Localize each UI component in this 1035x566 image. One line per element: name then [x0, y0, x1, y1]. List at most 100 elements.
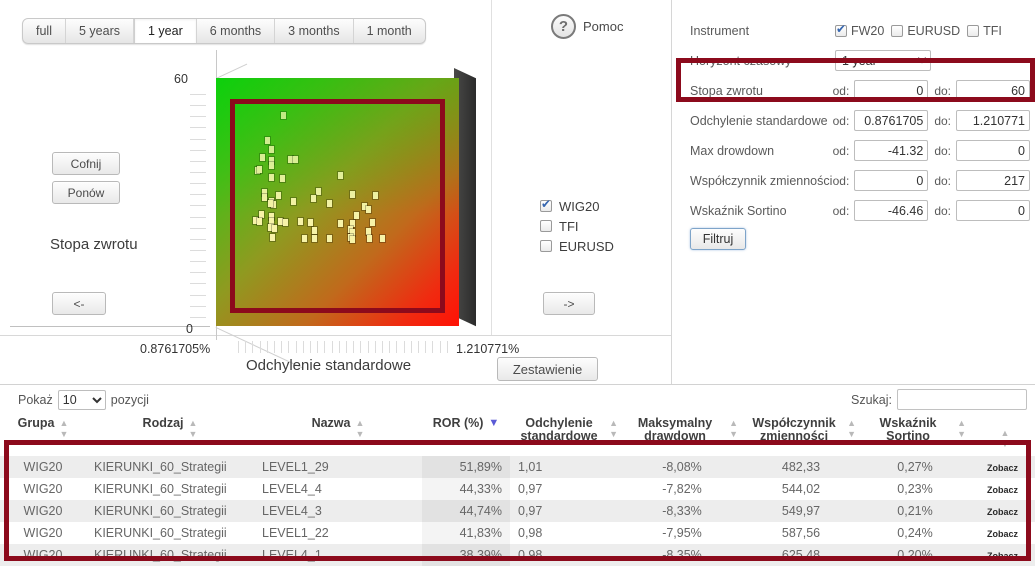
- instrument-checkbox-fw20[interactable]: FW20: [835, 22, 884, 38]
- scatter-point[interactable]: [354, 211, 360, 219]
- legend-item-eurusd[interactable]: EURUSD: [540, 236, 614, 256]
- scatter-point[interactable]: [277, 218, 283, 226]
- scatter-point[interactable]: [350, 235, 356, 243]
- sortino-from-input[interactable]: [854, 200, 929, 221]
- sort-icon[interactable]: ▲ ▼: [729, 418, 738, 440]
- legend-item-tfi[interactable]: TFI: [540, 216, 614, 236]
- checkbox-icon[interactable]: [540, 197, 552, 212]
- scatter-point[interactable]: [327, 200, 333, 208]
- scatter-plot[interactable]: [216, 68, 476, 327]
- scatter-point[interactable]: [269, 162, 275, 170]
- scatter-point[interactable]: [290, 198, 296, 206]
- sort-icon[interactable]: ▲ ▼: [59, 418, 68, 440]
- period-button-6-months[interactable]: 6 months: [197, 19, 276, 43]
- checkbox-icon[interactable]: [540, 240, 552, 252]
- pan-left-button[interactable]: <-: [52, 292, 106, 315]
- scatter-point[interactable]: [264, 136, 270, 144]
- scatter-point[interactable]: [270, 233, 276, 241]
- scatter-point[interactable]: [297, 217, 303, 225]
- scatter-point[interactable]: [301, 235, 307, 242]
- table-row[interactable]: WIG20 KIERUNKI_60_Strategii LEVEL1_22 41,83…: [0, 522, 1035, 544]
- checkbox-icon[interactable]: [835, 22, 847, 37]
- legend-item-wig20[interactable]: WIG20: [540, 196, 614, 216]
- sort-icon[interactable]: ▲ ▼: [957, 418, 966, 440]
- checkbox-icon[interactable]: [967, 24, 980, 37]
- column-header-actions[interactable]: ▲ ▼: [970, 415, 1035, 456]
- sort-icon[interactable]: ▲ ▼: [609, 418, 618, 440]
- scatter-point[interactable]: [372, 191, 378, 199]
- horizon-select[interactable]: 1 year: [835, 50, 931, 71]
- table-row[interactable]: WIG20 KIERUNKI_60_Strategii LEVEL1_29 51,89…: [0, 456, 1035, 478]
- scatter-point[interactable]: [338, 172, 344, 180]
- scatter-point[interactable]: [256, 166, 262, 174]
- redo-button[interactable]: Ponów: [52, 181, 120, 204]
- view-row-button[interactable]: Zobacz: [987, 463, 1018, 473]
- scatter-point[interactable]: [276, 192, 282, 200]
- instrument-checkbox-tfi[interactable]: TFI: [967, 24, 1002, 38]
- wspolczynnik-to-input[interactable]: [956, 170, 1030, 191]
- scatter-point[interactable]: [259, 153, 265, 161]
- scatter-point[interactable]: [311, 234, 317, 242]
- scatter-point[interactable]: [311, 226, 317, 234]
- period-button-3-months[interactable]: 3 months: [275, 19, 354, 43]
- stopa-zwrotu-from-input[interactable]: [854, 80, 929, 101]
- scatter-point[interactable]: [369, 218, 375, 226]
- scatter-point[interactable]: [338, 219, 344, 227]
- checkbox-icon[interactable]: [891, 24, 904, 37]
- view-row-button[interactable]: Zobacz: [987, 507, 1018, 517]
- sort-icon[interactable]: ▲ ▼: [847, 418, 856, 440]
- column-header-odchylenie[interactable]: Odchylenie standardowe ▲ ▼: [510, 415, 622, 456]
- column-header-grupa[interactable]: Grupa ▲ ▼: [0, 415, 86, 456]
- scatter-point[interactable]: [380, 235, 386, 242]
- sort-icon[interactable]: ▲ ▼: [1001, 428, 1010, 450]
- summary-button[interactable]: Zestawienie: [497, 357, 598, 381]
- scatter-point[interactable]: [283, 218, 289, 226]
- odchylenie-from-input[interactable]: [854, 110, 929, 131]
- undo-button[interactable]: Cofnij: [52, 152, 120, 175]
- column-header-maksymalny-drawdown[interactable]: Maksymalny drawdown ▲ ▼: [622, 415, 742, 456]
- view-row-button[interactable]: Zobacz: [987, 485, 1018, 495]
- column-header-wskaznik-sortino[interactable]: Wskaźnik Sortino ▲ ▼: [860, 415, 970, 456]
- column-header-nazwa[interactable]: Nazwa ▲ ▼: [254, 415, 422, 456]
- scatter-point[interactable]: [350, 191, 356, 199]
- column-header-wspolczynnik-zmiennosci[interactable]: Współczynnik zmienności ▲ ▼: [742, 415, 860, 456]
- period-selector[interactable]: full 5 years 1 year 6 months 3 months 1 …: [22, 18, 426, 44]
- rows-per-page-select[interactable]: 10: [57, 390, 106, 410]
- column-header-rodzaj[interactable]: Rodzaj ▲ ▼: [86, 415, 254, 456]
- period-button-full[interactable]: full: [23, 19, 66, 43]
- scatter-point[interactable]: [268, 145, 274, 153]
- scatter-point[interactable]: [287, 155, 293, 163]
- scatter-point[interactable]: [327, 235, 333, 242]
- max-drawdown-from-input[interactable]: [854, 140, 929, 161]
- column-header-ror[interactable]: ROR (%) ▼: [422, 415, 510, 456]
- table-row[interactable]: WIG20 KIERUNKI_60_Strategii LEVEL4_1 38,39%…: [0, 544, 1035, 566]
- period-button-1-year[interactable]: 1 year: [133, 19, 197, 43]
- view-row-button[interactable]: Zobacz: [987, 551, 1018, 561]
- checkbox-icon[interactable]: [540, 220, 552, 232]
- search-input[interactable]: [897, 389, 1027, 410]
- scatter-point[interactable]: [293, 155, 299, 163]
- sortino-to-input[interactable]: [956, 200, 1030, 221]
- filter-submit-button[interactable]: Filtruj: [690, 228, 746, 250]
- sort-icon[interactable]: ▲ ▼: [355, 418, 364, 440]
- period-button-5-years[interactable]: 5 years: [66, 19, 134, 43]
- sort-icon[interactable]: ▲ ▼: [189, 418, 198, 440]
- scatter-point[interactable]: [280, 111, 286, 119]
- scatter-point[interactable]: [268, 174, 274, 182]
- scatter-point[interactable]: [279, 174, 285, 182]
- scatter-point[interactable]: [258, 210, 264, 218]
- scatter-point[interactable]: [366, 228, 372, 236]
- scatter-point[interactable]: [256, 217, 262, 225]
- scatter-point[interactable]: [268, 200, 274, 207]
- table-row[interactable]: WIG20 KIERUNKI_60_Strategii LEVEL4_3 44,74%…: [0, 500, 1035, 522]
- scatter-point[interactable]: [308, 218, 314, 226]
- help-link[interactable]: ? Pomoc: [551, 14, 623, 39]
- scatter-point[interactable]: [367, 235, 373, 243]
- instrument-checkbox-eurusd[interactable]: EURUSD: [891, 24, 960, 38]
- table-row[interactable]: WIG20 KIERUNKI_60_Strategii LEVEL4_4 44,33%…: [0, 478, 1035, 500]
- odchylenie-to-input[interactable]: [956, 110, 1030, 131]
- stopa-zwrotu-to-input[interactable]: [956, 80, 1030, 101]
- view-row-button[interactable]: Zobacz: [987, 529, 1018, 539]
- scatter-point[interactable]: [365, 205, 371, 213]
- scatter-point[interactable]: [315, 187, 321, 195]
